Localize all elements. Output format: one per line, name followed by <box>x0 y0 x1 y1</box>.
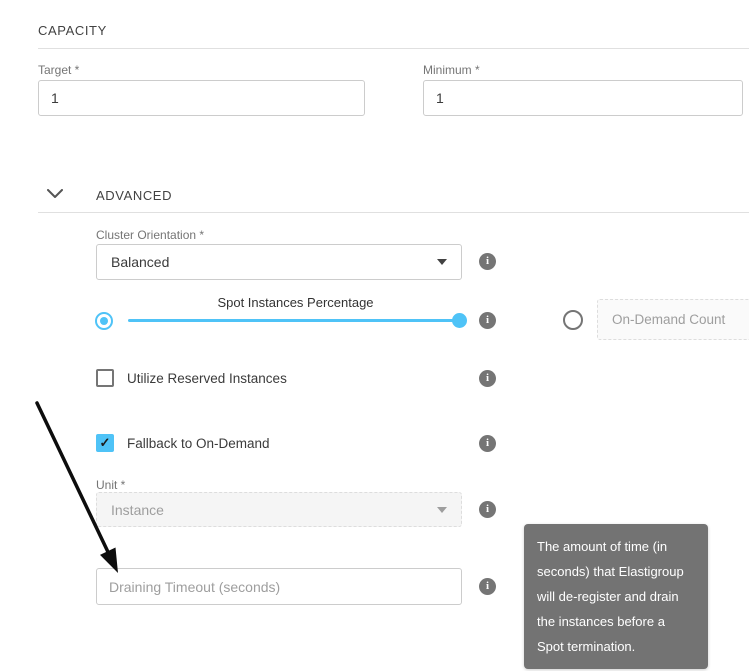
chevron-down-icon[interactable] <box>47 189 63 199</box>
annotation-arrow <box>30 395 130 585</box>
minimum-label: Minimum * <box>423 63 480 77</box>
utilize-reserved-checkbox[interactable] <box>96 369 114 387</box>
radio-dot <box>100 317 108 325</box>
fallback-on-demand-info-icon[interactable]: i <box>479 435 496 452</box>
draining-timeout-tooltip: The amount of time (in seconds) that Ela… <box>524 524 708 669</box>
cluster-orientation-info-icon[interactable]: i <box>479 253 496 270</box>
utilize-reserved-label[interactable]: Utilize Reserved Instances <box>127 371 287 386</box>
target-input[interactable] <box>38 80 365 116</box>
spot-percentage-info-icon[interactable]: i <box>479 312 496 329</box>
unit-info-icon[interactable]: i <box>479 501 496 518</box>
utilize-reserved-info-icon[interactable]: i <box>479 370 496 387</box>
on-demand-count-input <box>597 299 749 340</box>
spot-percentage-slider-track[interactable] <box>128 319 461 322</box>
dropdown-caret-icon <box>437 259 447 265</box>
draining-timeout-info-icon[interactable]: i <box>479 578 496 595</box>
spot-percentage-slider-thumb[interactable] <box>452 313 467 328</box>
cluster-orientation-select[interactable]: Balanced <box>96 244 462 280</box>
dropdown-caret-icon <box>437 507 447 513</box>
capacity-section-title: CAPACITY <box>38 23 107 38</box>
unit-select: Instance <box>96 492 462 527</box>
fallback-on-demand-label[interactable]: Fallback to On-Demand <box>127 436 270 451</box>
spot-percentage-radio[interactable] <box>95 312 113 330</box>
capacity-divider <box>38 48 749 49</box>
advanced-divider <box>38 212 749 213</box>
on-demand-count-radio[interactable] <box>563 310 583 330</box>
target-label: Target * <box>38 63 79 77</box>
draining-timeout-input[interactable] <box>96 568 462 605</box>
cluster-orientation-label: Cluster Orientation * <box>96 228 204 242</box>
advanced-section-title[interactable]: ADVANCED <box>96 188 172 203</box>
cluster-orientation-value: Balanced <box>111 254 169 270</box>
minimum-input[interactable] <box>423 80 743 116</box>
spot-percentage-label: Spot Instances Percentage <box>128 295 463 310</box>
